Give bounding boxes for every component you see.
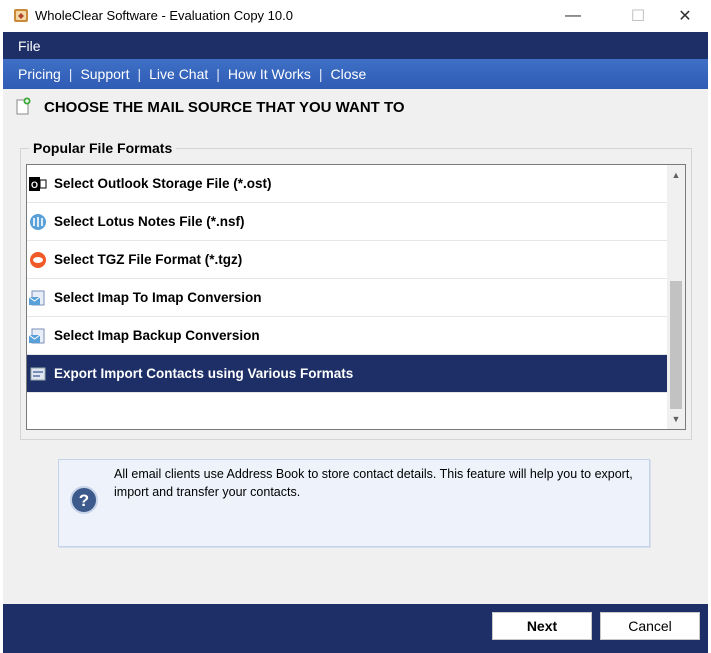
list-item-lotus-nsf[interactable]: Select Lotus Notes File (*.nsf) — [27, 203, 667, 241]
svg-text:O: O — [31, 180, 38, 190]
app-logo-icon — [14, 9, 28, 22]
new-document-icon — [16, 97, 31, 115]
list-item-tgz[interactable]: Select TGZ File Format (*.tgz) — [27, 241, 667, 279]
close-icon: ✕ — [678, 8, 692, 25]
menu-file[interactable]: File — [18, 38, 41, 54]
lotus-notes-icon — [29, 213, 47, 231]
list-item-label: Select Imap To Imap Conversion — [54, 290, 262, 305]
nav-separator: | — [68, 66, 73, 82]
description-text: All email clients use Address Book to st… — [114, 467, 633, 499]
vertical-scrollbar[interactable]: ▲ ▼ — [667, 165, 685, 429]
nav-separator: | — [216, 66, 220, 82]
nav-separator: | — [137, 66, 142, 82]
maximize-icon: ☐ — [630, 8, 646, 25]
nav-close[interactable]: Close — [331, 66, 375, 82]
list-item-outlook-ost[interactable]: O Select Outlook Storage File (*.ost) — [27, 165, 667, 203]
scroll-thumb[interactable] — [670, 281, 682, 409]
cancel-button[interactable]: Cancel — [600, 612, 700, 640]
group-legend: Popular File Formats — [29, 140, 177, 156]
list-item-export-contacts[interactable]: Export Import Contacts using Various For… — [27, 355, 667, 393]
list-item-label: Select Outlook Storage File (*.ost) — [54, 176, 272, 191]
outlook-icon: O — [29, 175, 47, 193]
close-window-button[interactable]: ✕ — [662, 0, 708, 32]
imap-icon — [29, 289, 47, 307]
nav-live-chat[interactable]: Live Chat — [149, 66, 216, 82]
main-content: CHOOSE THE MAIL SOURCE THAT YOU WANT TO … — [3, 89, 708, 604]
page-title: CHOOSE THE MAIL SOURCE THAT YOU WANT TO — [44, 99, 405, 116]
menu-bar: File — [3, 32, 708, 59]
nav-separator: | — [318, 66, 323, 82]
next-button[interactable]: Next — [492, 612, 592, 640]
scroll-up-arrow-icon[interactable]: ▲ — [667, 167, 685, 183]
tgz-icon — [29, 251, 47, 269]
nav-bar: Pricing | Support | Live Chat | How It W… — [3, 59, 708, 89]
window-title: WholeClear Software - Evaluation Copy 10… — [35, 8, 293, 23]
svg-text:?: ? — [79, 491, 89, 510]
list-item-label: Select Lotus Notes File (*.nsf) — [54, 214, 245, 229]
maximize-button[interactable]: ☐ — [615, 0, 661, 32]
list-item-label: Export Import Contacts using Various For… — [54, 366, 354, 381]
minimize-button[interactable]: — — [550, 0, 596, 32]
format-list[interactable]: O Select Outlook Storage File (*.ost) Se… — [26, 164, 686, 430]
list-item-label: Select Imap Backup Conversion — [54, 328, 260, 343]
minimize-icon: — — [565, 7, 581, 24]
title-bar: WholeClear Software - Evaluation Copy 10… — [0, 0, 711, 32]
list-item-label: Select TGZ File Format (*.tgz) — [54, 252, 243, 267]
description-panel: ? All email clients use Address Book to … — [58, 459, 650, 547]
help-icon: ? — [70, 486, 98, 514]
contacts-icon — [29, 365, 47, 383]
footer-bar: Next Cancel — [3, 604, 708, 653]
list-item-imap-to-imap[interactable]: Select Imap To Imap Conversion — [27, 279, 667, 317]
nav-support[interactable]: Support — [80, 66, 137, 82]
scroll-down-arrow-icon[interactable]: ▼ — [667, 411, 685, 427]
imap-backup-icon — [29, 327, 47, 345]
nav-pricing[interactable]: Pricing — [18, 66, 69, 82]
nav-how-it-works[interactable]: How It Works — [228, 66, 319, 82]
list-item-imap-backup[interactable]: Select Imap Backup Conversion — [27, 317, 667, 355]
